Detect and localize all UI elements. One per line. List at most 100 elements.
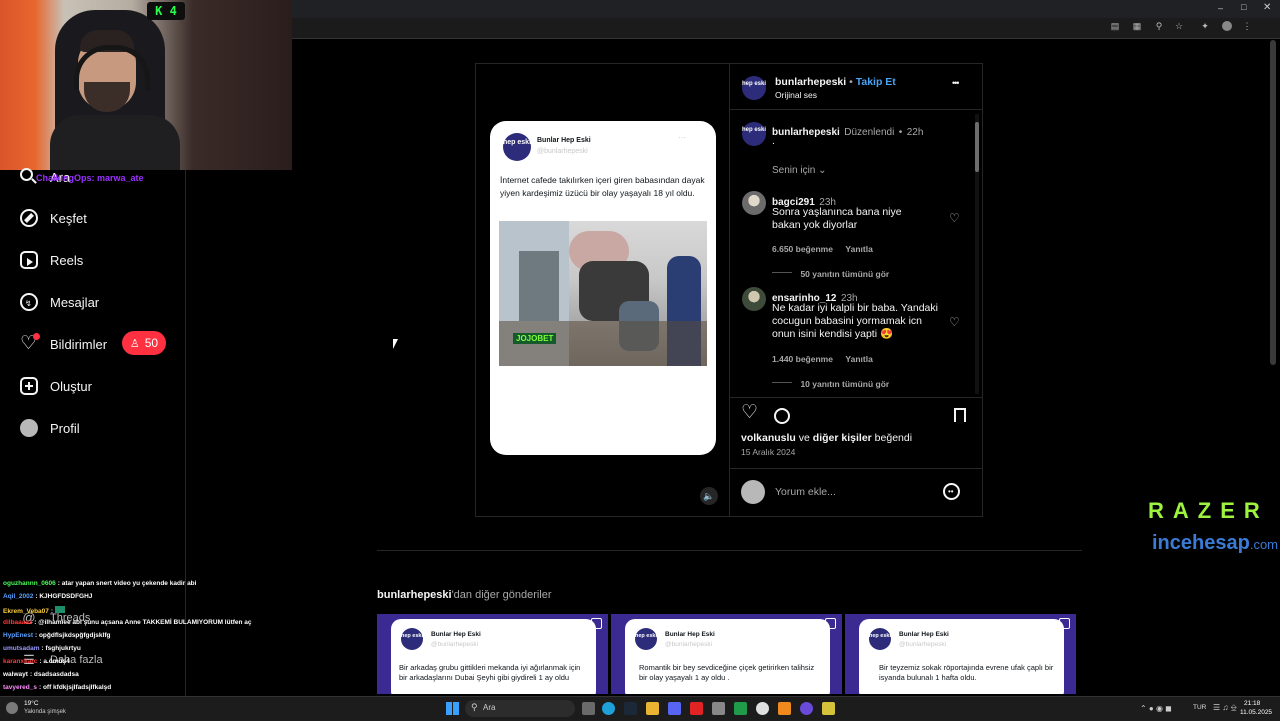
sidebar-item-messages[interactable]: ↯ Mesajlar [20, 290, 99, 314]
spreadsheet-icon[interactable] [734, 702, 747, 715]
chrome-icon[interactable] [756, 702, 769, 715]
tweet-avatar: hep eski [503, 133, 531, 161]
sidebar-item-profile[interactable]: Profil [20, 416, 80, 440]
comment-reply-button[interactable]: Yanıtla [845, 244, 872, 254]
obs-icon[interactable] [800, 702, 813, 715]
close-window-button[interactable]: ✕ [1263, 2, 1271, 13]
maximize-button[interactable]: □ [1241, 2, 1246, 12]
youtube-icon[interactable] [690, 702, 703, 715]
emoji-icon[interactable]: •• [943, 483, 960, 500]
menu-icon[interactable]: ⋮ [1242, 21, 1252, 31]
commenter-avatar[interactable] [742, 287, 766, 311]
user-icon: ♙ [129, 337, 140, 350]
video-watermark: JOJOBET [513, 333, 557, 344]
carousel-icon [825, 618, 836, 629]
view-replies-link[interactable]: 50 yanıtın tümünü gör [772, 264, 889, 282]
tweet-name: Bunlar Hep Eski [537, 137, 591, 144]
tweet-card: hep eski Bunlar Hep Eski @bunlarhepeski … [391, 619, 596, 694]
minimize-button[interactable]: – [1218, 3, 1223, 13]
tray-icons[interactable]: ☰ ♫ ⎒ [1213, 703, 1237, 713]
profile-icon[interactable] [1222, 21, 1232, 31]
caption-time: 22h [906, 127, 924, 138]
original-audio-link[interactable]: Orijinal ses [775, 90, 817, 100]
extension-icon[interactable]: ▤ [1110, 21, 1120, 31]
chat-text: : KJHGFDSDFGHJ [35, 593, 93, 600]
stream-badge: K 4 [147, 2, 185, 20]
likes-summary[interactable]: volkanuslu ve diğer kişiler beğendi [741, 432, 912, 444]
notification-badge[interactable]: ♙ 50 [122, 331, 166, 355]
commenter-avatar[interactable] [742, 191, 766, 215]
chat-username: karanxkarc [3, 658, 38, 665]
sidebar-item-create[interactable]: Oluştur [20, 374, 92, 398]
more-posts-title-rest: 'dan diğer gönderiler [451, 589, 552, 601]
liked-by-user[interactable]: volkanuslu [741, 432, 796, 444]
stream-chat: oguzhannn_0606: atar yapan snert video y… [0, 578, 290, 696]
translate-icon[interactable]: ▦ [1132, 21, 1142, 31]
caption-avatar[interactable]: hep eski [742, 122, 766, 146]
post-author-avatar[interactable]: hep eski [742, 76, 766, 100]
follow-button[interactable]: Takip Et [856, 76, 896, 88]
language-indicator[interactable]: TUR [1193, 704, 1206, 711]
sidebar-item-explore[interactable]: Keşfet [20, 206, 87, 230]
comment-filter-label: Senin için [772, 165, 816, 176]
weather-icon[interactable] [6, 702, 18, 714]
taskview-icon[interactable] [582, 702, 595, 715]
more-post-thumbnail[interactable]: hep eski Bunlar Hep Eski @bunlarhepeski … [377, 614, 608, 694]
chat-text: : fsghjukrtyu [41, 645, 81, 652]
windows-taskbar: 19°C Yakında şimşek ⚲ Ara ⌃ ● ◉ ◼ TUR ☰ … [0, 696, 1280, 721]
comment-input[interactable]: Yorum ekle... [775, 486, 935, 498]
star-icon[interactable]: ☆ [1174, 21, 1184, 31]
notification-count: 50 [144, 336, 159, 350]
comments-scrollbar[interactable] [975, 114, 979, 394]
caption-text: . [772, 135, 775, 147]
taskbar-search[interactable]: ⚲ Ara [465, 700, 575, 717]
sidebar-item-label: Profil [50, 420, 80, 436]
comment-filter-dropdown[interactable]: Senin için ⌄ [772, 165, 827, 176]
comment-actions: 1.440 beğenme Yanıtla [772, 349, 873, 367]
caption-username[interactable]: bunlarhepeski [772, 127, 840, 138]
emote-icon [55, 606, 66, 613]
discord-icon[interactable] [668, 702, 681, 715]
more-post-thumbnail[interactable]: hep eski Bunlar Hep Eski @bunlarhepeski … [611, 614, 842, 694]
liked-by-others[interactable]: diğer kişiler [813, 432, 872, 444]
sound-toggle-button[interactable]: 🔈 [700, 487, 718, 505]
zoom-icon[interactable]: ⚲ [1154, 21, 1164, 31]
tweet-card: hep eski Bunlar Hep Eski @bunlarhepeski … [859, 619, 1064, 694]
comment-like-icon[interactable]: ♡ [949, 316, 961, 328]
page-scrollbar[interactable] [1270, 40, 1276, 365]
tweet-more-icon: ⋯ [678, 133, 686, 142]
comment-reply-button[interactable]: Yanıtla [845, 354, 872, 364]
weather-temp[interactable]: 19°C [24, 700, 39, 707]
steam-icon[interactable] [624, 702, 637, 715]
chat-username: oguzhannn_0606 [3, 580, 56, 587]
app-icon[interactable] [712, 702, 725, 715]
folder-icon[interactable] [646, 702, 659, 715]
like-button[interactable]: ♡ [741, 403, 758, 423]
clock-time[interactable]: 21:18 [1244, 700, 1260, 707]
tweet-text: Bir teyzemiz sokak röportajında evrene u… [879, 663, 1054, 682]
save-bookmark-button[interactable] [954, 408, 966, 422]
sidebar-item-reels[interactable]: Reels [20, 248, 83, 272]
post-options-icon[interactable]: ••• [952, 78, 960, 88]
app2-icon[interactable] [822, 702, 835, 715]
comment-likes[interactable]: 1.440 beğenme [772, 354, 833, 364]
comment-like-icon[interactable]: ♡ [949, 212, 961, 224]
clock-date[interactable]: 11.05.2025 [1240, 709, 1272, 716]
more-post-thumbnail[interactable]: hep eski Bunlar Hep Eski @bunlarhepeski … [845, 614, 1076, 694]
puzzle-icon[interactable]: ✦ [1200, 21, 1210, 31]
more-posts-username[interactable]: bunlarhepeski [377, 589, 452, 601]
start-button[interactable] [446, 702, 459, 715]
edge-icon[interactable] [602, 702, 615, 715]
chat-text: : [50, 608, 54, 615]
comment-actions: 6.650 beğenme Yanıtla [772, 239, 873, 257]
browser-toolbar: ▤ ▦ ⚲ ☆ ✦ ⋮ [292, 18, 1280, 39]
overlay-username: ChalkingOps: marwa_ate [36, 173, 144, 183]
comment-likes[interactable]: 6.650 beğenme [772, 244, 833, 254]
comment-button[interactable] [774, 408, 790, 424]
vlc-icon[interactable] [778, 702, 791, 715]
chat-username: HypEnest [3, 632, 33, 639]
post-author-username[interactable]: bunlarhepeski [775, 76, 846, 88]
view-replies-link[interactable]: 10 yanıtın tümünü gör [772, 374, 889, 392]
post-media[interactable]: hep eski Bunlar Hep Eski @bunlarhepeski … [476, 64, 729, 516]
system-tray[interactable]: ⌃ ● ◉ ◼ [1140, 704, 1172, 713]
